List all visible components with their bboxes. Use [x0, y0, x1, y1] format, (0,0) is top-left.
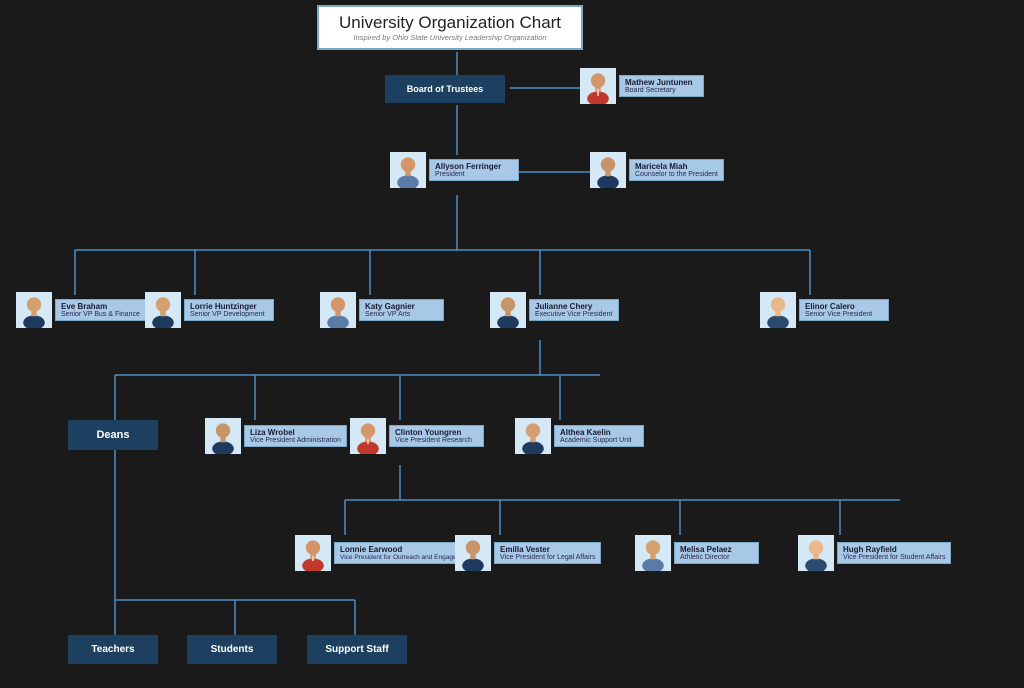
maricela-name: Maricela Miah: [635, 162, 718, 171]
hugh-avatar: [798, 535, 834, 571]
melisa-title: Athletic Director: [680, 554, 753, 561]
clinton-title: Vice President Research: [395, 437, 478, 444]
melisa-avatar: [635, 535, 671, 571]
chart-title: University Organization Chart: [339, 13, 561, 33]
althea-title: Academic Support Unit: [560, 437, 638, 444]
chart-subtitle: Inspired by Ohio State University Leader…: [339, 33, 561, 42]
deans-label: Deans: [87, 429, 139, 441]
maricela-node: Maricela Miah Counselor to the President: [590, 152, 724, 188]
elinor-avatar: [760, 292, 796, 328]
liza-title: Vice President Administration: [250, 437, 341, 444]
julianne-avatar: [490, 292, 526, 328]
melisa-node: Melisa Pelaez Athletic Director: [635, 535, 759, 571]
lonnie-avatar: [295, 535, 331, 571]
elinor-name: Elinor Calero: [805, 302, 883, 311]
eve-name: Eve Braham: [61, 302, 140, 311]
maricela-avatar: [590, 152, 626, 188]
title-box: University Organization Chart Inspired b…: [317, 5, 583, 50]
lonnie-node: Lonnie Earwood Vice President for Outrea…: [295, 535, 477, 571]
elinor-title: Senior Vice President: [805, 311, 883, 318]
deans-node: Deans: [68, 420, 158, 450]
liza-avatar: [205, 418, 241, 454]
julianne-node: Julianne Chery Executive Vice President: [490, 292, 619, 328]
support-label: Support Staff: [322, 644, 392, 655]
clinton-node: Clinton Youngren Vice President Research: [350, 418, 484, 454]
teachers-label: Teachers: [83, 644, 143, 655]
emilla-avatar: [455, 535, 491, 571]
emilla-node: Emilla Vester Vice President for Legal A…: [455, 535, 601, 571]
lonnie-name: Lonnie Earwood: [340, 545, 471, 554]
lorrie-avatar: [145, 292, 181, 328]
eve-avatar: [16, 292, 52, 328]
clinton-name: Clinton Youngren: [395, 428, 478, 437]
allyson-avatar: [390, 152, 426, 188]
eve-node: Eve Braham Senior VP Bus & Finance: [16, 292, 146, 328]
mathew-title: Board Secretary: [625, 87, 698, 94]
liza-name: Liza Wrobel: [250, 428, 341, 437]
allyson-name: Allyson Ferringer: [435, 162, 513, 171]
lorrie-node: Lorrie Huntzinger Senior VP Development: [145, 292, 274, 328]
julianne-title: Executive Vice President: [535, 311, 613, 318]
chart-container: University Organization Chart Inspired b…: [0, 0, 1024, 688]
althea-node: Althea Kaelin Academic Support Unit: [515, 418, 644, 454]
melisa-name: Melisa Pelaez: [680, 545, 753, 554]
lorrie-name: Lorrie Huntzinger: [190, 302, 268, 311]
mathew-node: Mathew Juntunen Board Secretary: [580, 68, 704, 104]
students-label: Students: [202, 644, 262, 655]
allyson-node: Allyson Ferringer President: [390, 152, 519, 188]
katy-name: Katy Gagnier: [365, 302, 438, 311]
katy-avatar: [320, 292, 356, 328]
emilla-name: Emilla Vester: [500, 545, 595, 554]
mathew-avatar: [580, 68, 616, 104]
lonnie-title: Vice President for Outreach and Engageme…: [340, 554, 471, 561]
mathew-name: Mathew Juntunen: [625, 78, 698, 87]
emilla-title: Vice President for Legal Affairs: [500, 554, 595, 561]
clinton-avatar: [350, 418, 386, 454]
connector-lines: [0, 0, 1024, 688]
hugh-node: Hugh Rayfield Vice President for Student…: [798, 535, 951, 571]
hugh-title: Vice President for Student Affairs: [843, 554, 945, 561]
teachers-node: Teachers: [68, 635, 158, 664]
elinor-node: Elinor Calero Senior Vice President: [760, 292, 889, 328]
allyson-title: President: [435, 171, 513, 178]
althea-avatar: [515, 418, 551, 454]
liza-node: Liza Wrobel Vice President Administratio…: [205, 418, 347, 454]
katy-title: Senior VP Arts: [365, 311, 438, 318]
maricela-title: Counselor to the President: [635, 171, 718, 178]
students-node: Students: [187, 635, 277, 664]
support-node: Support Staff: [307, 635, 407, 664]
lorrie-title: Senior VP Development: [190, 311, 268, 318]
board-node: Board of Trustees: [385, 75, 505, 103]
althea-name: Althea Kaelin: [560, 428, 638, 437]
eve-title: Senior VP Bus & Finance: [61, 311, 140, 318]
julianne-name: Julianne Chery: [535, 302, 613, 311]
katy-node: Katy Gagnier Senior VP Arts: [320, 292, 444, 328]
hugh-name: Hugh Rayfield: [843, 545, 945, 554]
board-label: Board of Trustees: [402, 84, 488, 94]
